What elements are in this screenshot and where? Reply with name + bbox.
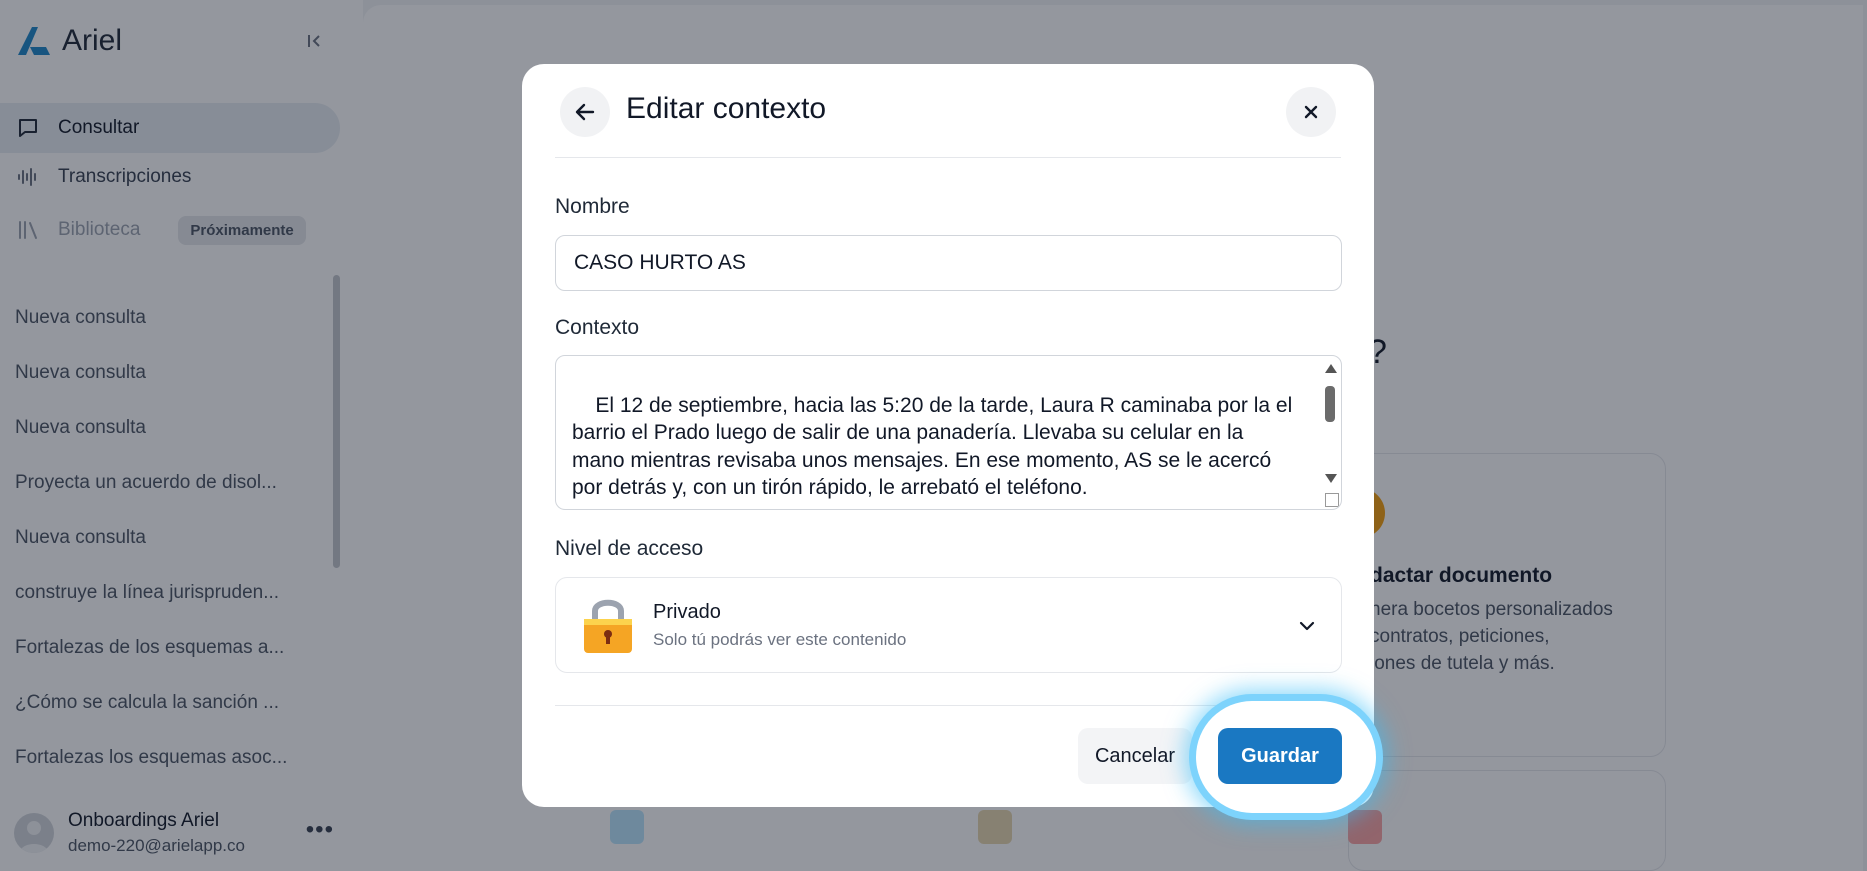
arrow-left-icon xyxy=(575,103,595,121)
scroll-up-icon[interactable] xyxy=(1325,364,1337,373)
context-textarea-value: El 12 de septiembre, hacia las 5:20 de l… xyxy=(572,393,1293,500)
cancel-button[interactable]: Cancelar xyxy=(1078,728,1192,784)
lock-icon xyxy=(584,599,632,653)
scroll-thumb[interactable] xyxy=(1325,386,1335,422)
edit-context-modal: Editar contexto Nombre CASO HURTO AS Con… xyxy=(522,64,1376,813)
modal-title: Editar contexto xyxy=(626,92,827,125)
access-level-select[interactable]: Privado Solo tú podrás ver este contenid… xyxy=(555,577,1342,673)
context-label: Contexto xyxy=(555,316,640,339)
name-input[interactable]: CASO HURTO AS xyxy=(555,235,1342,291)
access-level-value: Privado xyxy=(653,600,721,623)
close-button[interactable] xyxy=(1286,87,1336,137)
textarea-scrollbar[interactable] xyxy=(1323,364,1337,484)
back-button[interactable] xyxy=(560,87,610,137)
name-label: Nombre xyxy=(555,195,630,218)
access-level-label: Nivel de acceso xyxy=(555,537,704,560)
footer-divider xyxy=(555,705,1341,706)
header-divider xyxy=(555,157,1341,158)
resize-handle-icon[interactable] xyxy=(1325,493,1339,507)
scroll-down-icon[interactable] xyxy=(1325,474,1337,483)
context-textarea[interactable]: El 12 de septiembre, hacia las 5:20 de l… xyxy=(555,355,1342,510)
access-level-description: Solo tú podrás ver este contenido xyxy=(653,629,907,649)
chevron-down-icon xyxy=(1299,621,1315,631)
save-button[interactable]: Guardar xyxy=(1218,728,1342,784)
close-icon xyxy=(1304,105,1318,119)
name-input-value: CASO HURTO AS xyxy=(574,251,746,274)
